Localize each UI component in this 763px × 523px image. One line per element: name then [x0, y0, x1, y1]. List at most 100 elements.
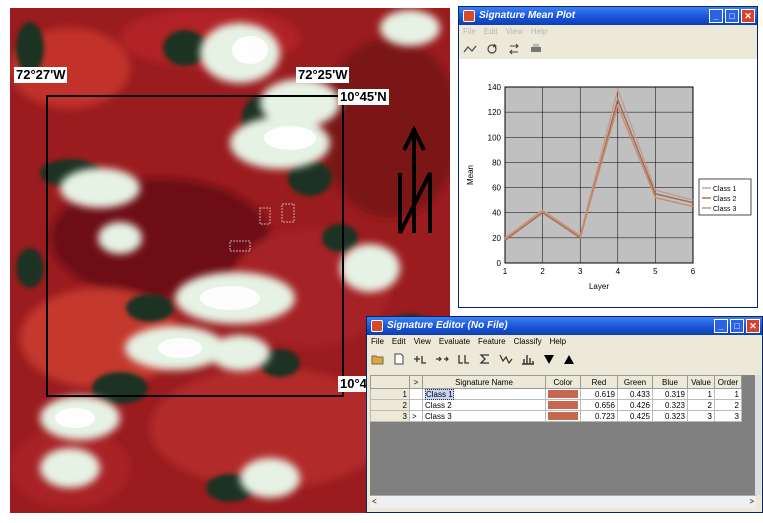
plot-window-title: Signature Mean Plot	[479, 10, 576, 21]
green-cell[interactable]: 0.426	[617, 399, 653, 411]
column-header-red[interactable]: Red	[580, 375, 618, 389]
vertical-scrollbar[interactable]	[755, 375, 761, 495]
menu-view[interactable]: View	[414, 335, 431, 349]
order-cell[interactable]: 1	[714, 388, 742, 400]
signature-mean-plot-window[interactable]: Signature Mean Plot _ □ ✕ File Edit View…	[458, 6, 758, 308]
blue-cell[interactable]: 0.323	[652, 399, 688, 411]
signature-name-text[interactable]: Class 1	[425, 388, 454, 400]
editor-toolbar	[367, 349, 762, 369]
signature-table: > Signature Name Color Red Green Blue Va…	[370, 375, 742, 422]
sort-up-icon[interactable]	[563, 353, 575, 365]
column-header-order[interactable]: Order	[714, 375, 742, 389]
green-cell[interactable]: 0.425	[617, 410, 653, 422]
plot-menubar: File Edit View Help	[459, 25, 757, 39]
column-header-green[interactable]: Green	[617, 375, 653, 389]
signature-editor-window[interactable]: Signature Editor (No File) _ □ ✕ File Ed…	[366, 316, 763, 513]
line-chart-icon[interactable]	[463, 43, 477, 55]
replace-signature-icon[interactable]	[435, 353, 449, 365]
menu-help[interactable]: Help	[531, 25, 547, 39]
scroll-left-button[interactable]: <	[372, 496, 377, 508]
row-index: 1	[370, 388, 410, 400]
green-cell[interactable]: 0.433	[617, 388, 653, 400]
row-marker	[409, 388, 423, 400]
value-cell[interactable]: 1	[687, 388, 715, 400]
color-swatch[interactable]	[548, 390, 578, 398]
menu-help[interactable]: Help	[550, 335, 566, 349]
new-file-icon[interactable]	[393, 353, 405, 365]
row-marker	[409, 399, 423, 411]
signature-name-cell[interactable]: Class 2	[422, 399, 546, 411]
color-cell[interactable]	[545, 410, 581, 422]
mean-plot-icon[interactable]	[499, 353, 513, 365]
x-tick-label: 5	[653, 267, 658, 276]
print-icon[interactable]	[529, 43, 543, 55]
color-cell[interactable]	[545, 399, 581, 411]
value-cell[interactable]: 3	[687, 410, 715, 422]
merge-signature-icon[interactable]	[457, 353, 471, 365]
scroll-right-button[interactable]: >	[749, 496, 754, 508]
close-button[interactable]: ✕	[746, 319, 760, 333]
y-tick-label: 100	[488, 133, 502, 142]
red-cell[interactable]: 0.723	[580, 410, 618, 422]
column-header-color[interactable]: Color	[545, 375, 581, 389]
y-axis-label: Mean	[466, 165, 475, 185]
open-folder-icon[interactable]	[371, 353, 385, 365]
coord-label-top-right: 72°25'W	[296, 67, 350, 83]
row-marker: >	[409, 410, 423, 422]
menu-file[interactable]: File	[463, 25, 476, 39]
plot-toolbar	[459, 39, 757, 59]
row-index: 2	[370, 399, 410, 411]
coord-label-top-left: 72°27'W	[14, 67, 68, 83]
app-icon	[371, 320, 383, 332]
maximize-button[interactable]: □	[725, 9, 739, 23]
plot-window-titlebar[interactable]: Signature Mean Plot _ □ ✕	[459, 7, 757, 25]
table-row[interactable]: 3 > Class 3 0.723 0.425 0.323 3 3	[370, 410, 742, 422]
close-button[interactable]: ✕	[741, 9, 755, 23]
editor-window-title: Signature Editor (No File)	[387, 320, 508, 331]
minimize-button[interactable]: _	[709, 9, 723, 23]
order-cell[interactable]: 3	[714, 410, 742, 422]
menu-file[interactable]: File	[371, 335, 384, 349]
signature-name-cell[interactable]: Class 3	[422, 410, 546, 422]
table-row[interactable]: 2 Class 2 0.656 0.426 0.323 2 2	[370, 399, 742, 411]
column-header-blue[interactable]: Blue	[652, 375, 688, 389]
blue-cell[interactable]: 0.323	[652, 410, 688, 422]
menu-edit[interactable]: Edit	[484, 25, 498, 39]
statistics-icon[interactable]	[479, 353, 491, 365]
menu-feature[interactable]: Feature	[478, 335, 506, 349]
menu-edit[interactable]: Edit	[392, 335, 406, 349]
refresh-icon[interactable]	[485, 43, 499, 55]
x-tick-label: 2	[540, 267, 545, 276]
color-cell[interactable]	[545, 388, 581, 400]
column-header-marker[interactable]: >	[409, 375, 423, 389]
sort-down-icon[interactable]	[543, 353, 555, 365]
area-of-interest-box	[46, 95, 344, 397]
column-header-value[interactable]: Value	[687, 375, 715, 389]
maximize-button[interactable]: □	[730, 319, 744, 333]
column-header-index	[370, 375, 410, 389]
horizontal-scrollbar[interactable]: < >	[370, 495, 756, 508]
legend-label: Class 1	[713, 186, 736, 193]
table-row[interactable]: 1 Class 1 0.619 0.433 0.319 1 1	[370, 388, 742, 400]
minimize-button[interactable]: _	[714, 319, 728, 333]
blue-cell[interactable]: 0.319	[652, 388, 688, 400]
menu-view[interactable]: View	[506, 25, 523, 39]
color-swatch[interactable]	[548, 401, 578, 409]
swap-icon[interactable]	[507, 43, 521, 55]
x-tick-label: 3	[578, 267, 583, 276]
y-tick-label: 80	[492, 158, 501, 167]
red-cell[interactable]: 0.619	[580, 388, 618, 400]
signature-name-cell[interactable]: Class 1	[422, 388, 546, 400]
order-cell[interactable]: 2	[714, 399, 742, 411]
menu-evaluate[interactable]: Evaluate	[439, 335, 470, 349]
value-cell[interactable]: 2	[687, 399, 715, 411]
menu-classify[interactable]: Classify	[514, 335, 542, 349]
color-swatch[interactable]	[548, 412, 578, 420]
red-cell[interactable]: 0.656	[580, 399, 618, 411]
editor-window-titlebar[interactable]: Signature Editor (No File) _ □ ✕	[367, 317, 762, 335]
column-header-name[interactable]: Signature Name	[422, 375, 546, 389]
histogram-icon[interactable]	[521, 353, 535, 365]
add-signature-icon[interactable]	[413, 353, 427, 365]
y-tick-label: 60	[492, 184, 501, 193]
coord-label-right-top: 10°45'N	[338, 89, 389, 105]
